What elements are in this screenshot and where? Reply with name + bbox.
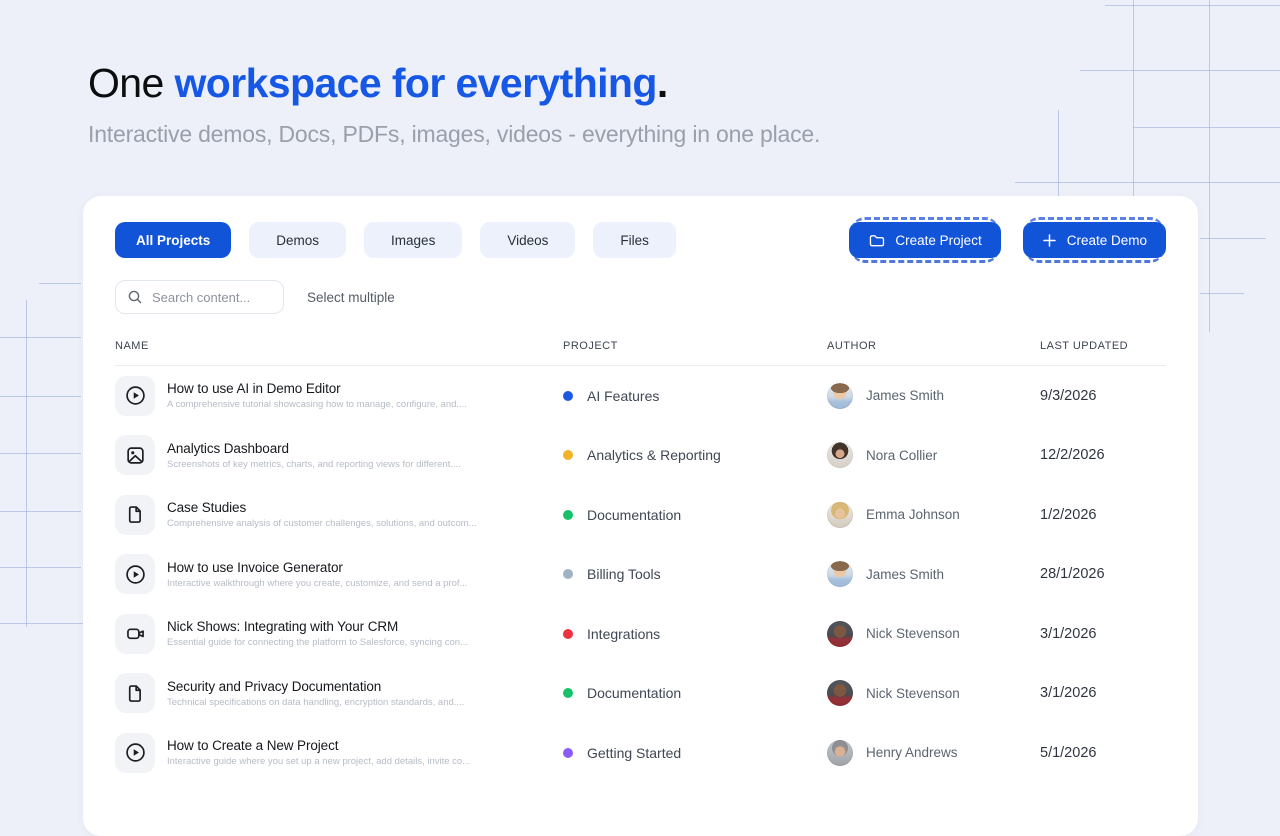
project-label: Integrations xyxy=(587,625,661,642)
row-title: How to use Invoice Generator xyxy=(167,559,343,575)
last-updated-value: 12/2/2026 xyxy=(1040,447,1105,464)
row-title: How to Create a New Project xyxy=(167,738,339,754)
last-updated-value: 9/3/2026 xyxy=(1040,387,1097,404)
page-title-highlight: workspace for everything xyxy=(174,60,658,106)
avatar xyxy=(827,561,853,588)
row-title: Analytics Dashboard xyxy=(167,440,289,456)
row-description: Interactive guide where you set up a new… xyxy=(167,756,471,768)
avatar xyxy=(827,739,853,766)
row-title: How to use AI in Demo Editor xyxy=(167,381,341,397)
workspace-card: All Projects Demos Images Videos Files C… xyxy=(83,196,1198,836)
table-row[interactable]: Nick Shows: Integrating with Your CRM Es… xyxy=(115,604,1166,664)
page-title: One workspace for everything. xyxy=(88,60,668,106)
content-table: NAME PROJECT AUTHOR LAST UPDATED How to … xyxy=(115,340,1166,783)
column-header-project: PROJECT xyxy=(563,340,618,352)
image-icon xyxy=(115,435,155,476)
row-title: Nick Shows: Integrating with Your CRM xyxy=(167,619,399,635)
table-header: NAME PROJECT AUTHOR LAST UPDATED xyxy=(115,340,1166,366)
page-subtitle: Interactive demos, Docs, PDFs, images, v… xyxy=(88,121,821,148)
row-title: Case Studies xyxy=(167,500,247,516)
project-color-dot xyxy=(563,628,573,639)
filter-pills: All Projects Demos Images Videos Files xyxy=(115,222,676,258)
search-icon xyxy=(127,289,143,310)
project-label: AI Features xyxy=(587,387,660,404)
play-icon xyxy=(115,732,155,773)
author-name: Nick Stevenson xyxy=(866,685,960,701)
search-box xyxy=(115,280,284,314)
play-icon xyxy=(115,375,155,416)
create-demo-button[interactable]: Create Demo xyxy=(1022,217,1166,263)
row-description: Comprehensive analysis of customer chall… xyxy=(167,518,477,530)
row-description: Interactive walkthrough where you create… xyxy=(167,577,468,589)
file-icon xyxy=(115,494,155,535)
table-row[interactable]: Case Studies Comprehensive analysis of c… xyxy=(115,485,1166,545)
filter-all-projects[interactable]: All Projects xyxy=(115,222,232,258)
table-row[interactable]: Analytics Dashboard Screenshots of key m… xyxy=(115,426,1166,486)
author-name: Emma Johnson xyxy=(866,507,960,523)
row-description: Screenshots of key metrics, charts, and … xyxy=(167,458,461,470)
project-color-dot xyxy=(563,509,573,520)
last-updated-value: 1/2/2026 xyxy=(1040,506,1097,523)
table-row[interactable]: Security and Privacy Documentation Techn… xyxy=(115,664,1166,724)
toolbar-actions: Create Project Create Demo xyxy=(849,217,1166,263)
table-row[interactable]: How to use Invoice Generator Interactive… xyxy=(115,545,1166,605)
filter-demos[interactable]: Demos xyxy=(249,222,347,258)
avatar xyxy=(827,382,853,409)
filter-videos[interactable]: Videos xyxy=(480,222,576,258)
column-header-name: NAME xyxy=(115,340,149,352)
last-updated-value: 3/1/2026 xyxy=(1040,625,1097,642)
column-header-author: AUTHOR xyxy=(827,340,877,352)
project-label: Documentation xyxy=(587,506,682,523)
last-updated-value: 5/1/2026 xyxy=(1040,744,1097,761)
author-name: Nick Stevenson xyxy=(866,626,960,642)
author-name: James Smith xyxy=(866,566,945,582)
toolbar: All Projects Demos Images Videos Files C… xyxy=(115,217,1166,263)
plus-icon xyxy=(1042,233,1057,248)
project-label: Billing Tools xyxy=(587,566,661,583)
last-updated-value: 3/1/2026 xyxy=(1040,685,1097,702)
row-description: A comprehensive tutorial showcasing how … xyxy=(167,399,467,411)
video-camera-icon xyxy=(115,613,155,654)
avatar xyxy=(827,620,853,647)
row-description: Technical specifications on data handlin… xyxy=(167,696,465,708)
file-icon xyxy=(115,673,155,714)
search-row: Select multiple xyxy=(115,280,1166,314)
project-color-dot xyxy=(563,747,573,758)
filter-images[interactable]: Images xyxy=(364,222,463,258)
column-header-last-updated: LAST UPDATED xyxy=(1040,340,1129,352)
avatar xyxy=(827,680,853,707)
hero-section: One workspace for everything. Interactiv… xyxy=(88,60,820,148)
table-row[interactable]: How to use AI in Demo Editor A comprehen… xyxy=(115,366,1166,426)
avatar xyxy=(827,442,853,469)
author-name: Henry Andrews xyxy=(866,745,958,761)
project-label: Documentation xyxy=(587,685,682,702)
last-updated-value: 28/1/2026 xyxy=(1040,566,1105,583)
row-title: Security and Privacy Documentation xyxy=(167,678,382,694)
project-color-dot xyxy=(563,569,573,580)
author-name: Nora Collier xyxy=(866,447,938,463)
author-name: James Smith xyxy=(866,388,945,404)
create-project-button[interactable]: Create Project xyxy=(849,217,1001,263)
project-label: Analytics & Reporting xyxy=(587,447,721,464)
play-icon xyxy=(115,554,155,595)
project-color-dot xyxy=(563,688,573,699)
select-multiple-button[interactable]: Select multiple xyxy=(307,290,395,305)
project-label: Getting Started xyxy=(587,744,682,761)
avatar xyxy=(827,501,853,528)
project-color-dot xyxy=(563,450,573,461)
project-color-dot xyxy=(563,390,573,401)
row-description: Essential guide for connecting the platf… xyxy=(167,637,468,649)
table-row[interactable]: How to Create a New Project Interactive … xyxy=(115,723,1166,783)
filter-files[interactable]: Files xyxy=(593,222,676,258)
folder-icon xyxy=(868,232,885,249)
